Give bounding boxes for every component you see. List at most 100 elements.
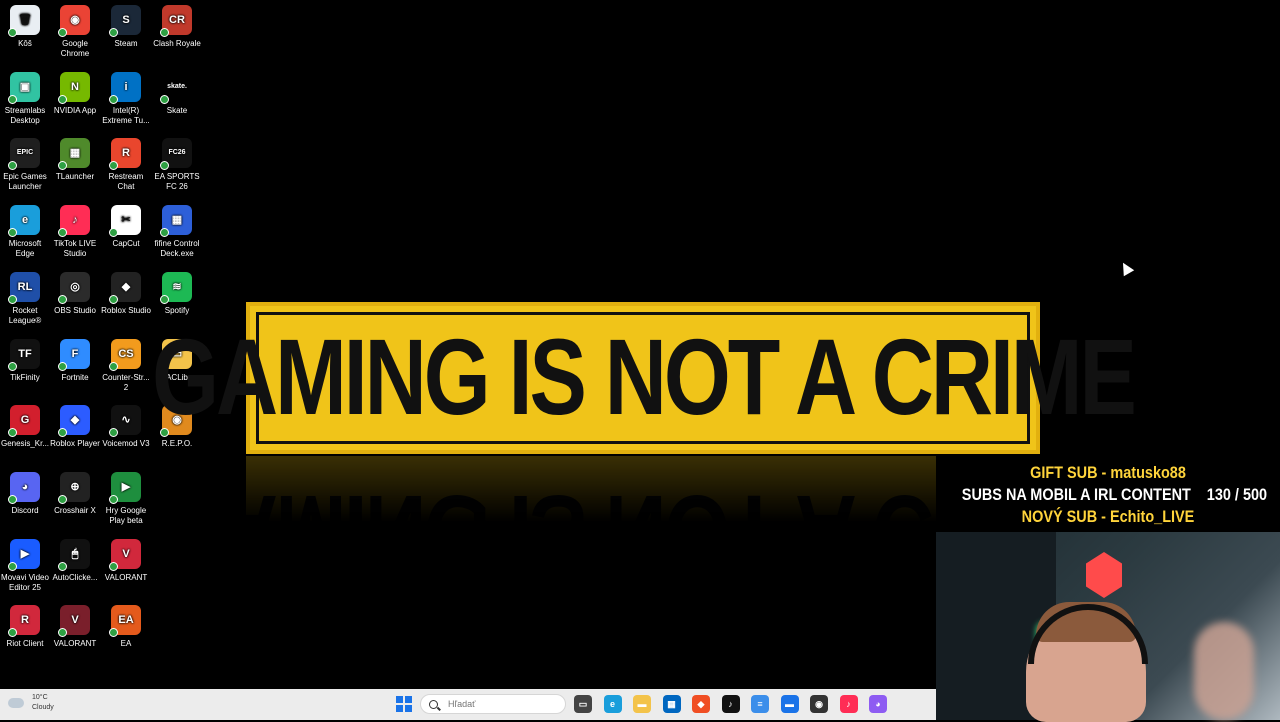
desktop-icon-rocket-league[interactable]: RL Rocket League® <box>0 271 50 326</box>
desktop-icon-k[interactable]: 🗑 Kôš <box>0 5 50 49</box>
desktop-icon-label: Riot Client <box>6 639 44 649</box>
desktop-icon-label: Hry Google Play beta <box>105 505 147 525</box>
desktop-icon-label: Clash Royale <box>153 39 201 48</box>
desktop-icon-microsoft-edge[interactable]: e Microsoft Edge <box>0 205 50 259</box>
desktop-icon-label: Skate <box>166 105 188 115</box>
desktop-icon-nvidia-app[interactable]: N NVIDIA App <box>50 71 100 116</box>
app-icon: EA <box>109 605 141 638</box>
desktop-icon-label: Crosshair X <box>54 505 96 515</box>
desktop-icon-label: Spotify <box>164 305 190 315</box>
desktop-icon-roblox-player[interactable]: ◆ Roblox Player <box>50 405 100 449</box>
desktop-icon-valorant[interactable]: V VALORANT <box>50 605 100 649</box>
desktop-icon-clash-royale[interactable]: CR Clash Royale <box>152 5 202 49</box>
app-icon: S <box>109 5 141 37</box>
sub-goal-progress: 130 / 500 <box>1206 485 1268 504</box>
desktop-icon-label: Microsoft Edge <box>8 239 42 259</box>
desktop-icon-label: OBS Studio <box>54 305 96 315</box>
desktop-icon-restream-chat[interactable]: R Restream Chat <box>101 138 151 192</box>
desktop-icon-streamlabs-desktop[interactable]: ▣ Streamlabs Desktop <box>0 71 50 126</box>
taskbar-app-red-icon[interactable]: ◆ <box>692 695 710 713</box>
desktop-icon-epic-games-launcher[interactable]: EPIC Epic Games Launcher <box>0 138 50 192</box>
desktop-icon-discord[interactable]: ◕ Discord <box>0 471 50 516</box>
sub-goal-line: SUBS NA MOBIL A IRL CONTENT 130 / 500 <box>961 484 1267 506</box>
webcam-feed <box>936 532 1280 722</box>
taskbar-monitor-icon[interactable]: ▬ <box>780 695 799 713</box>
weather-temp: 10°C <box>32 694 48 701</box>
app-icon: ✂ <box>109 205 141 238</box>
stream-overlay: GIFT SUB - matusko88 SUBS NA MOBIL A IRL… <box>936 462 1280 722</box>
desktop-icon-label: EA SPORTS FC 26 <box>154 172 200 192</box>
desktop-icon-roblox-studio[interactable]: ◆ Roblox Studio <box>101 271 151 316</box>
taskbar-edge-icon[interactable]: e <box>603 695 622 713</box>
taskbar-store-icon[interactable]: ▦ <box>662 695 681 713</box>
app-icon: ▶ <box>109 471 141 504</box>
desktop-icon-riot-client[interactable]: R Riot Client <box>0 605 50 649</box>
desktop-icon-intel-r-extreme-tu[interactable]: i Intel(R) Extreme Tu... <box>101 71 151 126</box>
desktop-icon-label: EA <box>120 639 132 649</box>
app-icon: ⊕ <box>58 471 90 504</box>
taskbar-file-explorer-icon[interactable]: ▬ <box>633 695 651 713</box>
banner-reflection: GAMING IS NOT A CRIME <box>246 456 936 526</box>
desktop-icon-movavi-video-editor-25[interactable]: ▶ Movavi Video Editor 25 <box>0 538 50 593</box>
desktop-icon-label: TikTok LIVE Studio <box>53 239 97 259</box>
desktop-icon-label: Kôš <box>18 39 32 48</box>
desktop-icon-capcut[interactable]: ✂ CapCut <box>101 205 151 249</box>
app-icon: G <box>8 405 40 438</box>
app-icon: N <box>58 71 90 104</box>
app-icon: i <box>109 71 141 104</box>
mouse-cursor-icon <box>1117 259 1135 277</box>
desktop-icon-skate[interactable]: skate. Skate <box>152 71 202 116</box>
taskbar-tiktok-icon[interactable]: ♪ <box>721 695 740 713</box>
taskbar-notepad-icon[interactable]: ≡ <box>751 695 769 713</box>
app-icon: R <box>109 138 141 171</box>
desktop-icon-label: Roblox Player <box>50 439 100 449</box>
wallpaper-banner: GAMING IS NOT A CRIME <box>152 302 1137 454</box>
desktop-icon-spotify[interactable]: ≋ Spotify <box>152 271 202 316</box>
app-icon: 🖱 <box>58 538 90 571</box>
desktop-icon-valorant[interactable]: V VALORANT <box>101 538 151 583</box>
desktop-icon-fortnite[interactable]: F Fortnite <box>50 338 100 383</box>
desktop-icon-tlauncher[interactable]: ▦ TLauncher <box>50 138 100 182</box>
desktop-icon-label: Rocket League® <box>8 305 42 325</box>
desktop-icon-label: Restream Chat <box>108 172 144 192</box>
taskbar-discord-like-icon[interactable]: ◕ <box>869 695 887 713</box>
desktop-icon-obs-studio[interactable]: ◎ OBS Studio <box>50 271 100 316</box>
desktop-icon-label: VALORANT <box>53 639 97 649</box>
desktop-icon-label: TLauncher <box>55 172 95 182</box>
desktop-icon-crosshair-x[interactable]: ⊕ Crosshair X <box>50 471 100 516</box>
desktop-icon-fifine-control-deck-exe[interactable]: ▦ fifine Control Deck.exe <box>152 205 202 259</box>
app-icon: V <box>58 605 90 638</box>
desktop-icon-hry-google-play-beta[interactable]: ▶ Hry Google Play beta <box>101 471 151 526</box>
desktop-icon-tikfinity[interactable]: TF TikFinity <box>0 338 50 383</box>
taskbar-task-view-icon[interactable]: ▭ <box>574 695 592 713</box>
app-icon: ◉ <box>58 5 90 37</box>
desktop-icon-label: AutoClicke... <box>52 572 98 582</box>
desktop-icon-counter-str-2[interactable]: CS Counter-Str... 2 <box>101 338 151 393</box>
app-icon: ◎ <box>58 271 90 304</box>
desktop-icon-google-chrome[interactable]: ◉ Google Chrome <box>50 5 100 59</box>
desktop-icon-voicemod-v3[interactable]: ∿ Voicemod V3 <box>101 405 151 449</box>
start-button[interactable] <box>396 696 412 712</box>
app-icon: ▦ <box>58 138 90 171</box>
desktop-icon-label: Streamlabs Desktop <box>4 105 46 125</box>
desktop-icon-label: fifine Control Deck.exe <box>154 239 200 259</box>
sub-goal-text: SUBS NA MOBIL A IRL CONTENT <box>961 485 1191 504</box>
desktop-icon-label: Roblox Studio <box>101 305 151 315</box>
taskbar-app-dark-icon[interactable]: ◉ <box>810 695 828 713</box>
taskbar-search[interactable] <box>420 694 566 714</box>
app-icon: F <box>58 338 90 371</box>
app-icon: ≋ <box>160 271 192 304</box>
windows-logo-icon <box>396 696 403 703</box>
weather-widget[interactable]: 10°C Cloudy <box>8 693 54 713</box>
search-input[interactable] <box>446 698 560 710</box>
desktop-icon-autoclicke[interactable]: 🖱 AutoClicke... <box>50 538 100 583</box>
taskbar-tiktok-live-icon[interactable]: ♪ <box>839 695 858 713</box>
desktop-icon-ea[interactable]: EA EA <box>101 605 151 649</box>
desktop-icon-steam[interactable]: S Steam <box>101 5 151 49</box>
desktop-icon-label: Google Chrome <box>60 39 90 58</box>
hex-logo-icon <box>1086 552 1122 598</box>
desktop-icon-tiktok-live-studio[interactable]: ♪ TikTok LIVE Studio <box>50 205 100 259</box>
taskbar: 10°C Cloudy ▭ e ▬ ▦ ◆ ♪ ≡ ▬ ◉ ♪ ◕ <box>0 689 936 720</box>
desktop-icon-ea-sports-fc-26[interactable]: FC26 EA SPORTS FC 26 <box>152 138 202 192</box>
desktop-icon-genesis-kr[interactable]: G Genesis_Kr... <box>0 405 50 449</box>
